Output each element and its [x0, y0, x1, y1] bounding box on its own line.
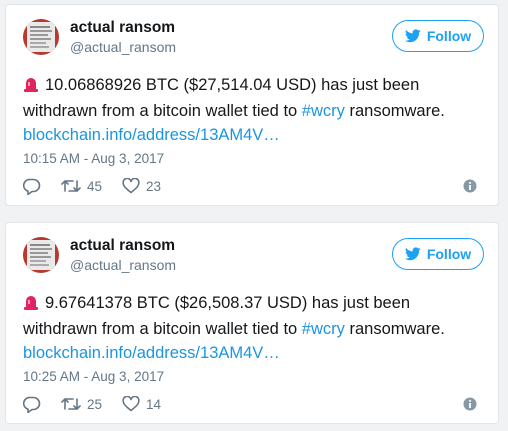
reply-button[interactable] — [23, 396, 41, 413]
like-count: 14 — [146, 396, 162, 412]
retweet-icon — [61, 398, 81, 410]
hashtag-link[interactable]: #wcry — [302, 320, 345, 338]
retweet-icon — [61, 180, 81, 192]
follow-label: Follow — [426, 28, 472, 44]
hashtag-link[interactable]: #wcry — [302, 102, 345, 120]
tweet-text: 9.67641378 BTC ($26,508.37 USD) has just… — [23, 291, 485, 365]
follow-button[interactable]: Follow — [392, 20, 484, 52]
action-bar: 25 14 — [23, 394, 181, 414]
retweet-button[interactable]: 25 — [61, 396, 102, 412]
action-bar: 45 23 — [23, 176, 181, 196]
avatar[interactable] — [23, 237, 59, 273]
url-link[interactable]: blockchain.info/address/13AM4V… — [23, 126, 280, 144]
reply-icon — [23, 396, 41, 413]
police-light-icon — [23, 75, 39, 99]
timestamp[interactable]: 10:25 AM - Aug 3, 2017 — [23, 369, 164, 384]
like-button[interactable]: 14 — [122, 396, 161, 412]
heart-icon — [122, 396, 140, 412]
twitter-bird-icon — [404, 29, 421, 43]
like-count: 23 — [146, 178, 162, 194]
reply-icon — [23, 178, 41, 195]
retweet-count: 45 — [87, 178, 103, 194]
police-light-icon — [23, 293, 39, 317]
tweet-body-end: ransomware. — [344, 320, 445, 338]
tweet-body-end: ransomware. — [344, 102, 445, 120]
heart-icon — [122, 178, 140, 194]
follow-button[interactable]: Follow — [392, 238, 484, 270]
retweet-count: 25 — [87, 396, 103, 412]
like-button[interactable]: 23 — [122, 178, 161, 194]
avatar[interactable] — [23, 19, 59, 55]
author-name[interactable]: actual ransom — [70, 237, 175, 255]
info-icon[interactable] — [463, 179, 477, 193]
info-icon[interactable] — [463, 397, 477, 411]
follow-label: Follow — [426, 246, 472, 262]
tweet-text: 10.06868926 BTC ($27,514.04 USD) has jus… — [23, 73, 485, 147]
author-handle[interactable]: @actual_ransom — [70, 39, 176, 55]
tweet-card: actual ransom @actual_ransom Follow 9.67… — [5, 222, 499, 424]
twitter-bird-icon — [404, 247, 421, 261]
tweet-card: actual ransom @actual_ransom Follow 10.0… — [5, 4, 499, 206]
author-name[interactable]: actual ransom — [70, 19, 175, 37]
author-handle[interactable]: @actual_ransom — [70, 257, 176, 273]
reply-button[interactable] — [23, 178, 41, 195]
url-link[interactable]: blockchain.info/address/13AM4V… — [23, 344, 280, 362]
retweet-button[interactable]: 45 — [61, 178, 102, 194]
timestamp[interactable]: 10:15 AM - Aug 3, 2017 — [23, 151, 164, 166]
